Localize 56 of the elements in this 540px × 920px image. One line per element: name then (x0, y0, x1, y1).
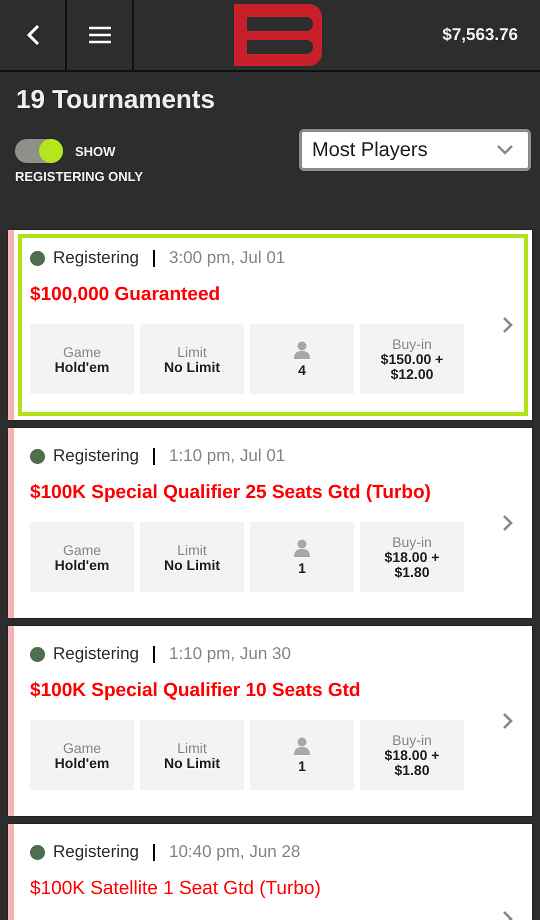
toggle-switch[interactable] (15, 139, 63, 163)
logo-icon (234, 4, 322, 66)
stat-value: $150.00 + $12.00 (380, 352, 444, 382)
status-dot (30, 250, 45, 266)
stat-label: Game (62, 344, 102, 360)
stat-label: Buy-in (392, 336, 432, 352)
status-text: Registering (53, 842, 139, 862)
status-text: Registering (53, 644, 139, 664)
start-time: 1:10 pm, Jul 01 (169, 446, 286, 466)
chevron-right-icon (502, 514, 514, 532)
status-dot (30, 646, 45, 662)
start-time: 1:10 pm, Jun 30 (169, 644, 291, 664)
stat-value: No Limit (164, 360, 220, 374)
stat-value: $18.00 + $1.80 (384, 550, 440, 580)
stat-label: Limit (177, 344, 207, 360)
tournament-card[interactable]: Registering 10:40 pm, Jun 28 $100K Satellite 1 Seat Gtd (Turbo) (8, 824, 532, 920)
stat-value: 4 (298, 362, 306, 378)
sort-dropdown[interactable]: Most Players (299, 129, 531, 171)
stat-value: 1 (298, 560, 306, 576)
tournament-card[interactable]: Registering 3:00 pm, Jul 01 $100,000 Guaranteed Game Hold'em Limit No Limit 4 Buy-in $150.00 + $12.00 (8, 230, 532, 420)
chevron-down-icon (496, 144, 514, 156)
stat-label: Limit (177, 542, 207, 558)
start-time: 3:00 pm, Jul 01 (169, 248, 286, 268)
stat-label: Buy-in (392, 732, 432, 748)
account-balance: $7,563.76 (442, 25, 519, 45)
status-text: Registering (53, 446, 139, 466)
stat-label: Game (62, 542, 102, 558)
stat-label: Limit (177, 740, 207, 756)
stat-value: $18.00 + $1.80 (384, 748, 440, 778)
person-icon (294, 538, 310, 556)
stat-value: No Limit (164, 558, 220, 572)
chevron-right-icon (502, 316, 514, 334)
tournament-name: $100K Special Qualifier 10 Seats Gtd (30, 680, 362, 702)
stat-label: Buy-in (392, 534, 432, 550)
toggle-label: REGISTERING ONLY (15, 169, 144, 184)
status-text: Registering (53, 248, 139, 268)
tournament-card[interactable]: Registering 1:10 pm, Jul 01 $100K Special Qualifier 25 Seats Gtd (Turbo) Game Hold'em Limit No Limit 1 Buy-in $18.00 + $1.80 (8, 428, 532, 618)
person-icon (294, 340, 310, 358)
chevron-right-icon (502, 712, 514, 730)
toggle-label: SHOW (75, 144, 116, 158)
status-dot (30, 448, 45, 464)
menu-icon (88, 26, 110, 44)
tournament-name: $100K Satellite 1 Seat Gtd (Turbo) (30, 878, 322, 900)
stat-value: Hold'em (54, 558, 110, 572)
stat-value: No Limit (164, 756, 220, 770)
start-time: 10:40 pm, Jun 28 (169, 842, 300, 862)
tournament-card[interactable]: Registering 1:10 pm, Jun 30 $100K Special Qualifier 10 Seats Gtd Game Hold'em Limit No Limit 1 Buy-in $18.00 + $1.80 (8, 626, 532, 816)
stat-value: Hold'em (54, 756, 110, 770)
tournament-name: $100,000 Guaranteed (30, 284, 222, 306)
stat-value: 1 (298, 758, 306, 774)
page-title: 19 Tournaments (16, 84, 216, 115)
status-dot (30, 844, 45, 860)
tournament-name: $100K Special Qualifier 25 Seats Gtd (Turbo) (30, 482, 432, 504)
stat-value: Hold'em (54, 360, 110, 374)
stat-label: Game (62, 740, 102, 756)
person-icon (294, 736, 310, 754)
